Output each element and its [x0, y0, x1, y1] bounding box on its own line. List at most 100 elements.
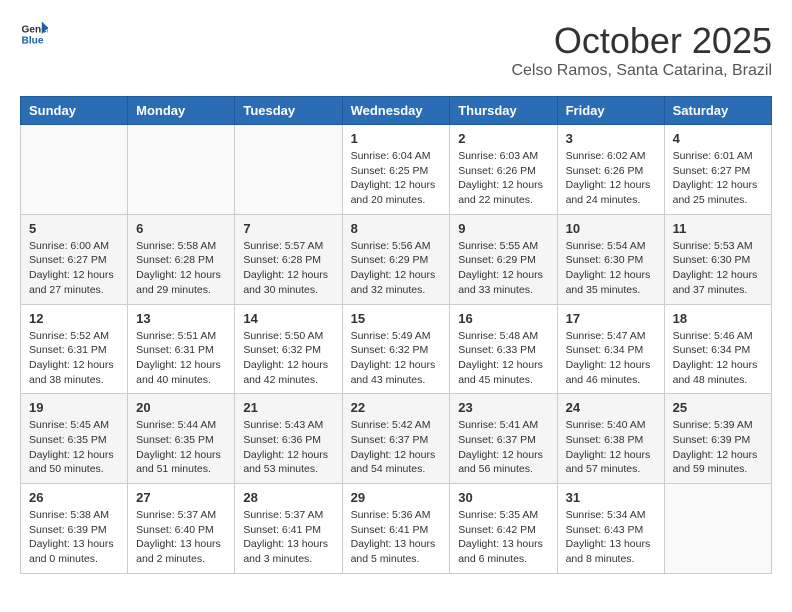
weekday-header-wednesday: Wednesday: [342, 97, 450, 125]
day-info: Sunrise: 5:52 AM Sunset: 6:31 PM Dayligh…: [29, 329, 119, 388]
month-title: October 2025: [511, 20, 772, 62]
calendar-cell: 6 Sunrise: 5:58 AM Sunset: 6:28 PM Daylig…: [128, 214, 235, 304]
calendar-cell: 17Sunrise: 5:47 AM Sunset: 6:34 PM Dayli…: [557, 304, 664, 394]
calendar-cell: 19 Sunrise: 5:45 AM Sunset: 6:35 PM Dayli…: [21, 394, 128, 484]
day-info: Sunrise: 5:56 AM Sunset: 6:29 PM Dayligh…: [351, 239, 442, 298]
calendar-week-4: 19 Sunrise: 5:45 AM Sunset: 6:35 PM Dayli…: [21, 394, 772, 484]
day-number: 16: [458, 311, 548, 326]
weekday-header-friday: Friday: [557, 97, 664, 125]
day-number: 26: [29, 490, 119, 505]
day-number: 29: [351, 490, 442, 505]
calendar-cell: 15 Sunrise: 5:49 AM Sunset: 6:32 PM Dayli…: [342, 304, 450, 394]
calendar-cell: 5 Sunrise: 6:00 AM Sunset: 6:27 PM Daylig…: [21, 214, 128, 304]
calendar-cell: 8 Sunrise: 5:56 AM Sunset: 6:29 PM Daylig…: [342, 214, 450, 304]
calendar-cell: 21Sunrise: 5:43 AM Sunset: 6:36 PM Dayli…: [235, 394, 342, 484]
day-number: 3: [566, 131, 656, 146]
weekday-header-saturday: Saturday: [664, 97, 771, 125]
calendar-cell: 26 Sunrise: 5:38 AM Sunset: 6:39 PM Dayli…: [21, 484, 128, 574]
weekday-header-sunday: Sunday: [21, 97, 128, 125]
day-info: Sunrise: 5:58 AM Sunset: 6:28 PM Dayligh…: [136, 239, 226, 298]
day-info: Sunrise: 5:57 AM Sunset: 6:28 PM Dayligh…: [243, 239, 333, 298]
calendar-cell: 7 Sunrise: 5:57 AM Sunset: 6:28 PM Daylig…: [235, 214, 342, 304]
calendar-cell: 29 Sunrise: 5:36 AM Sunset: 6:41 PM Dayli…: [342, 484, 450, 574]
calendar-cell: [21, 125, 128, 215]
day-info: Sunrise: 5:55 AM Sunset: 6:29 PM Dayligh…: [458, 239, 548, 298]
calendar-cell: 27 Sunrise: 5:37 AM Sunset: 6:40 PM Dayli…: [128, 484, 235, 574]
day-number: 7: [243, 221, 333, 236]
day-number: 14: [243, 311, 333, 326]
day-info: Sunrise: 5:43 AM Sunset: 6:36 PM Dayligh…: [243, 418, 333, 477]
calendar-cell: 30Sunrise: 5:35 AM Sunset: 6:42 PM Dayli…: [450, 484, 557, 574]
day-number: 27: [136, 490, 226, 505]
day-info: Sunrise: 5:37 AM Sunset: 6:41 PM Dayligh…: [243, 508, 333, 567]
calendar-cell: [664, 484, 771, 574]
day-info: Sunrise: 5:50 AM Sunset: 6:32 PM Dayligh…: [243, 329, 333, 388]
title-area: October 2025 Celso Ramos, Santa Catarina…: [511, 20, 772, 80]
weekday-header-monday: Monday: [128, 97, 235, 125]
day-number: 8: [351, 221, 442, 236]
weekday-header-thursday: Thursday: [450, 97, 557, 125]
day-info: Sunrise: 5:51 AM Sunset: 6:31 PM Dayligh…: [136, 329, 226, 388]
day-number: 18: [673, 311, 763, 326]
calendar-cell: [128, 125, 235, 215]
day-number: 19: [29, 400, 119, 415]
day-info: Sunrise: 5:48 AM Sunset: 6:33 PM Dayligh…: [458, 329, 548, 388]
day-info: Sunrise: 5:41 AM Sunset: 6:37 PM Dayligh…: [458, 418, 548, 477]
day-number: 12: [29, 311, 119, 326]
day-number: 6: [136, 221, 226, 236]
day-info: Sunrise: 5:38 AM Sunset: 6:39 PM Dayligh…: [29, 508, 119, 567]
calendar-cell: 16 Sunrise: 5:48 AM Sunset: 6:33 PM Dayli…: [450, 304, 557, 394]
calendar-week-3: 12 Sunrise: 5:52 AM Sunset: 6:31 PM Dayli…: [21, 304, 772, 394]
day-number: 15: [351, 311, 442, 326]
day-number: 24: [566, 400, 656, 415]
page-header: General Blue October 2025 Celso Ramos, S…: [20, 20, 772, 80]
calendar-cell: 24 Sunrise: 5:40 AM Sunset: 6:38 PM Dayli…: [557, 394, 664, 484]
day-number: 31: [566, 490, 656, 505]
svg-text:Blue: Blue: [22, 35, 44, 46]
day-number: 4: [673, 131, 763, 146]
calendar-week-5: 26 Sunrise: 5:38 AM Sunset: 6:39 PM Dayli…: [21, 484, 772, 574]
day-info: Sunrise: 5:42 AM Sunset: 6:37 PM Dayligh…: [351, 418, 442, 477]
calendar-cell: 28Sunrise: 5:37 AM Sunset: 6:41 PM Dayli…: [235, 484, 342, 574]
calendar-cell: 25Sunrise: 5:39 AM Sunset: 6:39 PM Dayli…: [664, 394, 771, 484]
day-info: Sunrise: 5:46 AM Sunset: 6:34 PM Dayligh…: [673, 329, 763, 388]
day-number: 5: [29, 221, 119, 236]
day-info: Sunrise: 5:45 AM Sunset: 6:35 PM Dayligh…: [29, 418, 119, 477]
calendar-cell: 2 Sunrise: 6:03 AM Sunset: 6:26 PM Daylig…: [450, 125, 557, 215]
day-info: Sunrise: 5:36 AM Sunset: 6:41 PM Dayligh…: [351, 508, 442, 567]
day-info: Sunrise: 6:00 AM Sunset: 6:27 PM Dayligh…: [29, 239, 119, 298]
calendar-week-2: 5 Sunrise: 6:00 AM Sunset: 6:27 PM Daylig…: [21, 214, 772, 304]
calendar-cell: 3 Sunrise: 6:02 AM Sunset: 6:26 PM Daylig…: [557, 125, 664, 215]
day-info: Sunrise: 5:37 AM Sunset: 6:40 PM Dayligh…: [136, 508, 226, 567]
day-info: Sunrise: 5:53 AM Sunset: 6:30 PM Dayligh…: [673, 239, 763, 298]
day-info: Sunrise: 5:54 AM Sunset: 6:30 PM Dayligh…: [566, 239, 656, 298]
calendar-cell: 12 Sunrise: 5:52 AM Sunset: 6:31 PM Dayli…: [21, 304, 128, 394]
logo-icon: General Blue: [20, 20, 48, 48]
calendar-cell: 1Sunrise: 6:04 AM Sunset: 6:25 PM Daylig…: [342, 125, 450, 215]
calendar-cell: 11 Sunrise: 5:53 AM Sunset: 6:30 PM Dayli…: [664, 214, 771, 304]
day-info: Sunrise: 6:03 AM Sunset: 6:26 PM Dayligh…: [458, 149, 548, 208]
day-info: Sunrise: 6:04 AM Sunset: 6:25 PM Dayligh…: [351, 149, 442, 208]
weekday-header-row: SundayMondayTuesdayWednesdayThursdayFrid…: [21, 97, 772, 125]
day-info: Sunrise: 5:35 AM Sunset: 6:42 PM Dayligh…: [458, 508, 548, 567]
logo: General Blue: [20, 20, 48, 48]
calendar-table: SundayMondayTuesdayWednesdayThursdayFrid…: [20, 96, 772, 574]
day-number: 20: [136, 400, 226, 415]
day-number: 13: [136, 311, 226, 326]
calendar-cell: 4Sunrise: 6:01 AM Sunset: 6:27 PM Daylig…: [664, 125, 771, 215]
calendar-cell: 14 Sunrise: 5:50 AM Sunset: 6:32 PM Dayli…: [235, 304, 342, 394]
day-number: 25: [673, 400, 763, 415]
day-info: Sunrise: 6:02 AM Sunset: 6:26 PM Dayligh…: [566, 149, 656, 208]
calendar-cell: 20Sunrise: 5:44 AM Sunset: 6:35 PM Dayli…: [128, 394, 235, 484]
calendar-cell: [235, 125, 342, 215]
day-number: 2: [458, 131, 548, 146]
day-number: 9: [458, 221, 548, 236]
location-subtitle: Celso Ramos, Santa Catarina, Brazil: [511, 62, 772, 80]
day-number: 11: [673, 221, 763, 236]
calendar-cell: 13 Sunrise: 5:51 AM Sunset: 6:31 PM Dayli…: [128, 304, 235, 394]
day-info: Sunrise: 5:40 AM Sunset: 6:38 PM Dayligh…: [566, 418, 656, 477]
calendar-week-1: 1Sunrise: 6:04 AM Sunset: 6:25 PM Daylig…: [21, 125, 772, 215]
calendar-cell: 22Sunrise: 5:42 AM Sunset: 6:37 PM Dayli…: [342, 394, 450, 484]
calendar-cell: 23Sunrise: 5:41 AM Sunset: 6:37 PM Dayli…: [450, 394, 557, 484]
day-info: Sunrise: 5:49 AM Sunset: 6:32 PM Dayligh…: [351, 329, 442, 388]
